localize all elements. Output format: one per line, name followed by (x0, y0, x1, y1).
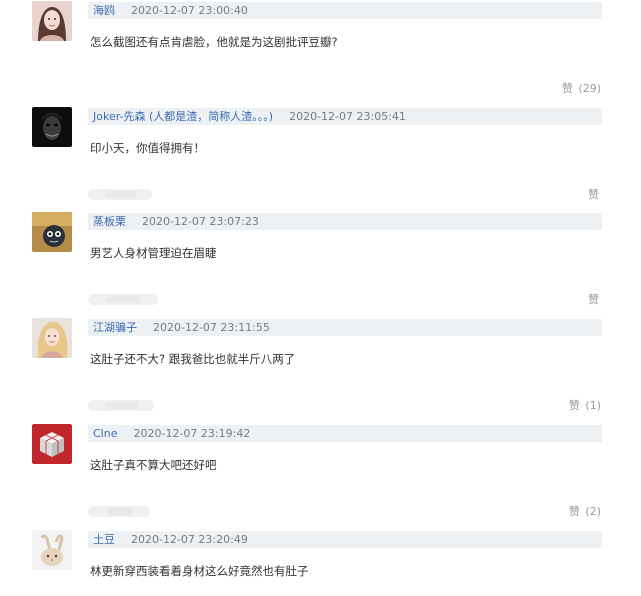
comment-time: 2020-12-07 23:00:40 (131, 4, 248, 17)
avatar-cartoon-icon (32, 212, 72, 252)
like-count: (2) (585, 505, 601, 518)
avatar-bunny-icon (32, 530, 72, 570)
comment-time: 2020-12-07 23:20:49 (131, 533, 248, 546)
comment-meta: 蒸板栗 2020-12-07 23:07:23 (88, 213, 602, 230)
like-label: 赞 (561, 82, 573, 95)
like-button[interactable]: 赞 (588, 186, 601, 202)
comment-meta: Joker-先森 (人都是渣，简称人渣。。。) 2020-12-07 23:05:… (88, 108, 602, 125)
like-count: (1) (585, 399, 601, 412)
user-avatar[interactable] (32, 530, 72, 570)
like-button[interactable]: 赞 (1) (569, 397, 601, 413)
blurred-reply (88, 186, 602, 202)
like-button[interactable]: 赞 (2) (569, 503, 601, 519)
comment-text: 怎么截图还有点肯虐脸，他就是为这剧批评豆瓣? (90, 35, 338, 49)
avatar-photo-woman-icon (32, 1, 72, 41)
user-avatar[interactable] (32, 424, 72, 464)
comment-item: Joker-先森 (人都是渣，简称人渣。。。) 2020-12-07 23:05:… (0, 106, 641, 210)
comment-time: 2020-12-07 23:07:23 (142, 215, 259, 228)
like-label: 赞 (568, 505, 580, 518)
username-link[interactable]: 江湖骗子 (93, 321, 137, 334)
user-avatar[interactable] (32, 107, 72, 147)
like-label: 赞 (588, 188, 599, 201)
comment-text: 这肚子真不算大吧还好吧 (90, 458, 217, 472)
avatar-cube-icon (32, 424, 72, 464)
blurred-reply (88, 291, 602, 307)
comment-meta: Clne 2020-12-07 23:19:42 (88, 425, 602, 442)
comment-item: 土豆 2020-12-07 23:20:49 林更新穿西装看着身材这么好竟然也有肚… (0, 529, 641, 596)
comment-time: 2020-12-07 23:19:42 (133, 427, 251, 440)
comment-item: 蒸板栗 2020-12-07 23:07:23 男艺人身材管理迫在眉睫 赞 (0, 211, 641, 315)
comment-meta: 江湖骗子 2020-12-07 23:11:55 (88, 319, 602, 336)
user-avatar[interactable] (32, 212, 72, 252)
comment-text: 印小天，你值得拥有！ (90, 141, 205, 155)
comment-item: 海鸥 2020-12-07 23:00:40 怎么截图还有点肯虐脸，他就是为这剧批… (0, 0, 641, 104)
comment-item: 江湖骗子 2020-12-07 23:11:55 这肚子还不大? 跟我爸比也就半斤… (0, 317, 641, 421)
like-label: 赞 (568, 399, 580, 412)
comment-text: 林更新穿西装看着身材这么好竟然也有肚子 (90, 564, 309, 578)
username-link[interactable]: 蒸板栗 (93, 215, 126, 228)
comment-text: 男艺人身材管理迫在眉睫 (90, 246, 217, 260)
like-button[interactable]: 赞 (588, 291, 601, 307)
comment-meta: 土豆 2020-12-07 23:20:49 (88, 531, 602, 548)
like-button[interactable]: 赞 (29) (562, 80, 601, 96)
blurred-reply (88, 80, 602, 96)
comment-item: Clne 2020-12-07 23:19:42 这肚子真不算大吧还好吧 赞 (2… (0, 423, 641, 527)
comment-meta: 海鸥 2020-12-07 23:00:40 (88, 2, 602, 19)
username-link[interactable]: Joker-先森 (人都是渣，简称人渣。。。) (93, 110, 273, 123)
blurred-reply (88, 503, 602, 519)
user-avatar[interactable] (32, 318, 72, 358)
username-link[interactable]: 土豆 (93, 533, 115, 546)
like-count: (29) (578, 82, 601, 95)
blurred-reply (88, 397, 602, 413)
user-avatar[interactable] (32, 1, 72, 41)
username-link[interactable]: 海鸥 (93, 4, 115, 17)
comment-time: 2020-12-07 23:05:41 (289, 110, 406, 123)
username-link[interactable]: Clne (93, 427, 117, 440)
comment-text: 这肚子还不大? 跟我爸比也就半斤八两了 (90, 352, 296, 366)
avatar-blonde-icon (32, 318, 72, 358)
comment-time: 2020-12-07 23:11:55 (153, 321, 270, 334)
avatar-joker-icon (32, 107, 72, 147)
like-label: 赞 (588, 293, 599, 306)
